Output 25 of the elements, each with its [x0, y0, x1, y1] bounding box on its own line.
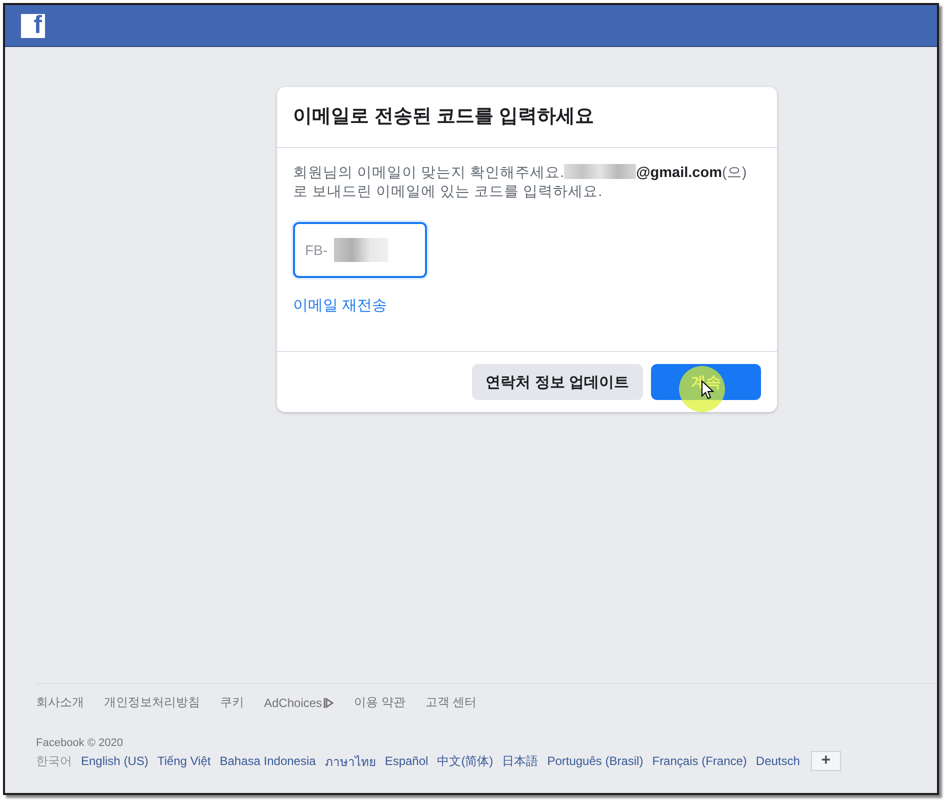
- footer-link[interactable]: AdChoices: [264, 696, 322, 710]
- dialog-title: 이메일로 전송된 코드를 입력하세요: [277, 87, 777, 148]
- instruction-text: 회원님의 이메일이 맞는지 확인해주세요. @gmail.com(으) 로 보내드린 이메일에 있는 코드를 입력하세요.: [293, 164, 748, 202]
- footer-link[interactable]: 고객 센터: [425, 694, 477, 711]
- footer-link[interactable]: 이용 약관: [354, 694, 406, 711]
- more-languages-button[interactable]: +: [810, 751, 841, 771]
- logo[interactable]: f: [21, 14, 45, 38]
- footer-link[interactable]: 회사소개: [36, 694, 84, 711]
- language-link[interactable]: Français (France): [652, 754, 747, 768]
- language-link[interactable]: English (US): [81, 754, 148, 768]
- language-link[interactable]: Deutsch: [756, 754, 800, 768]
- language-link[interactable]: Português (Brasil): [547, 754, 644, 768]
- footer-link[interactable]: 쿠키: [220, 694, 244, 711]
- language-link[interactable]: ภาษาไทย: [324, 752, 376, 770]
- language-link[interactable]: Tiếng Việt: [157, 754, 211, 768]
- update-contact-button[interactable]: 연락처 정보 업데이트: [472, 364, 643, 400]
- footer-link[interactable]: 개인정보처리방침: [104, 694, 200, 711]
- language-link[interactable]: Bahasa Indonesia: [220, 754, 316, 768]
- language-link[interactable]: 中文(简体): [437, 752, 494, 770]
- language-link[interactable]: 日本語: [502, 752, 538, 770]
- adchoices-icon[interactable]: [323, 696, 334, 708]
- code-field[interactable]: FB-: [293, 222, 427, 278]
- language-link[interactable]: Español: [384, 754, 428, 768]
- copyright-text: Facebook © 2020: [36, 737, 124, 749]
- resend-email-link[interactable]: 이메일 재전송: [293, 296, 388, 315]
